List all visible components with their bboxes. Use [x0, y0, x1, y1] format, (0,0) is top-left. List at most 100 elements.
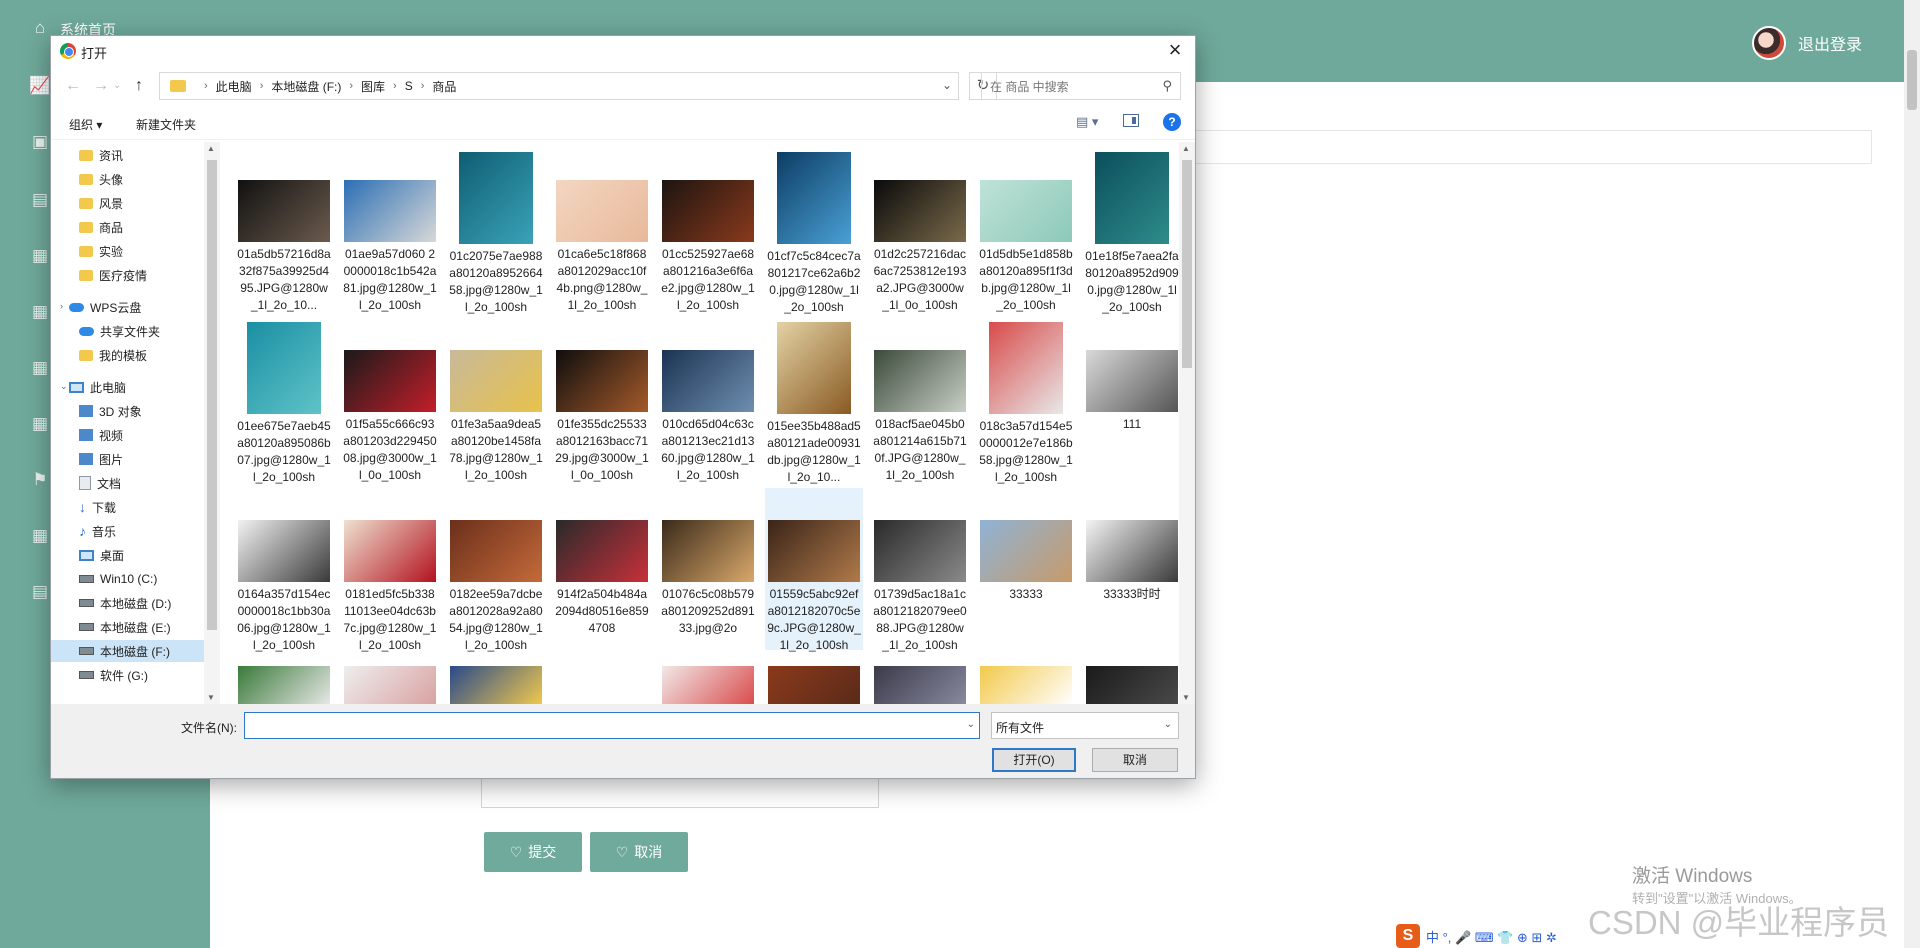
logout-area[interactable]: 退出登录	[1751, 26, 1862, 60]
submit-button[interactable]: ♡ 提交	[484, 832, 582, 872]
page-scroll-thumb[interactable]	[1907, 50, 1917, 110]
back-arrow-icon[interactable]: ←	[65, 77, 81, 95]
file-thumbnail[interactable]	[1086, 666, 1178, 704]
file-item[interactable]: 01d2c257216dac6ac7253812e193a2.JPG@3000w…	[871, 148, 969, 312]
nav-item[interactable]: 商品	[79, 216, 204, 238]
nav-item[interactable]: 资讯📌	[79, 144, 206, 166]
grid-icon[interactable]: ▦	[28, 244, 52, 268]
dialog-titlebar[interactable]: 打开 ×	[51, 36, 1195, 66]
list-icon[interactable]: ▤	[28, 580, 52, 604]
breadcrumb-this-pc[interactable]: 此电脑	[216, 78, 252, 95]
nav-item[interactable]: 本地磁盘 (F:)	[51, 640, 204, 662]
breadcrumb-s[interactable]: S	[405, 79, 413, 93]
file-item[interactable]: 914f2a504b484a2094d80516e8594708	[553, 488, 651, 650]
filename-input[interactable]: ⌄	[244, 712, 980, 739]
nav-item[interactable]: 文档	[79, 472, 204, 494]
file-thumbnail[interactable]	[238, 666, 330, 704]
file-item[interactable]: 01cc525927ae68a801216a3e6f6ae2.jpg@1280w…	[659, 148, 757, 312]
file-item[interactable]: 01fe355dc25533a8012163bacc7129.jpg@3000w…	[553, 318, 651, 482]
nav-item[interactable]: 本地磁盘 (E:)	[79, 616, 204, 638]
file-thumbnail[interactable]	[556, 666, 648, 704]
file-item[interactable]: 018c3a57d154e50000012e7e186b58.jpg@1280w…	[977, 318, 1075, 484]
nav-item[interactable]: 图片	[79, 448, 204, 470]
preview-pane-icon[interactable]	[1123, 114, 1139, 127]
up-arrow-icon[interactable]: ↑	[135, 77, 143, 95]
nav-item[interactable]: 视频	[79, 424, 204, 446]
chevron-down-icon[interactable]: ⌄	[967, 719, 975, 730]
search-input[interactable]: 在 商品 中搜索 ⚲	[981, 72, 1181, 100]
file-item[interactable]: 010cd65d04c63ca801213ec21d1360.jpg@1280w…	[659, 318, 757, 482]
file-item[interactable]: 0181ed5fc5b33811013ee04dc63b7c.jpg@1280w…	[341, 488, 439, 652]
nav-item[interactable]: ↓ 下载	[79, 496, 204, 518]
view-options-icon[interactable]: ▤ ▾	[1076, 114, 1098, 130]
file-scroll-thumb[interactable]	[1182, 160, 1192, 368]
file-item[interactable]: 01c2075e7ae988a80120a895266458.jpg@1280w…	[447, 148, 545, 314]
flag-icon[interactable]: ⚑	[28, 468, 52, 492]
breadcrumb-gallery[interactable]: 图库	[361, 78, 385, 95]
search-icon[interactable]: ⚲	[1162, 78, 1172, 94]
page-scrollbar[interactable]	[1904, 0, 1920, 948]
form-input[interactable]	[1192, 130, 1872, 164]
organize-button[interactable]: 组织 ▾	[69, 116, 102, 133]
file-item[interactable]: 01ca6e5c18f868a8012029acc10f4b.png@1280w…	[553, 148, 651, 312]
file-thumbnail[interactable]	[662, 666, 754, 704]
breadcrumb-drive-f[interactable]: 本地磁盘 (F:)	[271, 78, 341, 95]
clipboard-icon[interactable]: ▣	[28, 130, 52, 154]
file-item[interactable]: 01e18f5e7aea2fa80120a8952d9090.jpg@1280w…	[1083, 148, 1179, 314]
nav-item[interactable]: 本地磁盘 (D:)	[79, 592, 204, 614]
grid-icon[interactable]: ▦	[28, 524, 52, 548]
file-item[interactable]: 01d5db5e1d858ba80120a895f1f3db.jpg@1280w…	[977, 148, 1075, 312]
recent-dropdown-icon[interactable]: ⌄	[113, 80, 121, 91]
home-icon[interactable]: ⌂	[28, 16, 52, 40]
file-item[interactable]: 0182ee59a7dcbea8012028a92a8054.jpg@1280w…	[447, 488, 545, 652]
file-item[interactable]: 015ee35b488ad5a80121ade00931db.jpg@1280w…	[765, 318, 863, 484]
nav-item[interactable]: 软件 (G:)	[79, 664, 204, 686]
nav-item[interactable]: 实验	[79, 240, 204, 262]
nav-item[interactable]: 桌面	[79, 544, 204, 566]
breadcrumb-goods[interactable]: 商品	[432, 78, 456, 95]
file-item[interactable]: 01559c5abc92efa8012182070c5e9c.JPG@1280w…	[765, 488, 863, 652]
sogou-ime-icon[interactable]: S	[1396, 924, 1420, 948]
new-folder-button[interactable]: 新建文件夹	[136, 116, 196, 133]
scroll-up-icon[interactable]: ▲	[207, 144, 215, 153]
nav-item[interactable]: 共享文件夹	[79, 320, 204, 342]
chevron-down-icon[interactable]: ⌄	[1164, 719, 1172, 730]
scroll-down-icon[interactable]: ▼	[207, 693, 215, 702]
nav-scroll-thumb[interactable]	[207, 160, 217, 630]
cancel-form-button[interactable]: ♡ 取消	[590, 832, 688, 872]
file-type-select[interactable]: 所有文件 ⌄	[991, 712, 1179, 739]
file-item[interactable]: 01ee675e7aeb45a80120a895086b07.jpg@1280w…	[235, 318, 333, 484]
nav-item[interactable]: 我的模板	[79, 344, 204, 366]
file-item[interactable]: 0164a357d154ec0000018c1bb30a06.jpg@1280w…	[235, 488, 333, 652]
help-icon[interactable]: ?	[1163, 113, 1181, 131]
nav-item[interactable]: 头像📌	[79, 168, 206, 190]
file-thumbnail[interactable]	[768, 666, 860, 704]
file-item[interactable]: 111	[1083, 318, 1179, 480]
expand-icon[interactable]: ›	[60, 301, 63, 311]
nav-item[interactable]: 此电脑	[69, 376, 204, 398]
ime-status[interactable]: 中 °, 🎤 ⌨ 👕 ⊕ ⊞ ✲	[1426, 927, 1557, 946]
file-thumbnail[interactable]	[874, 666, 966, 704]
grid-icon[interactable]: ▦	[28, 356, 52, 380]
nav-item[interactable]: WPS云盘	[69, 296, 204, 318]
file-item[interactable]: 33333	[977, 488, 1075, 650]
file-thumbnail[interactable]	[980, 666, 1072, 704]
cancel-button[interactable]: 取消	[1092, 748, 1178, 772]
forward-arrow-icon[interactable]: →	[93, 77, 109, 95]
grid-icon[interactable]: ▦	[28, 412, 52, 436]
nav-item[interactable]: 3D 对象	[79, 400, 204, 422]
file-item[interactable]: 01fe3a5aa9dea5a80120be1458fa78.jpg@1280w…	[447, 318, 545, 482]
file-item[interactable]: 01739d5ac18a1ca8012182079ee088.JPG@1280w…	[871, 488, 969, 652]
nav-item[interactable]: 风景	[79, 192, 204, 214]
grid-icon[interactable]: ▦	[28, 300, 52, 324]
nav-scrollbar[interactable]: ▲ ▼	[204, 142, 220, 704]
document-icon[interactable]: ▤	[28, 188, 52, 212]
file-item[interactable]: 01076c5c08b579a801209252d89133.jpg@2o	[659, 488, 757, 650]
ime-toolbar[interactable]: S 中 °, 🎤 ⌨ 👕 ⊕ ⊞ ✲	[1396, 924, 1557, 948]
collapse-icon[interactable]: ⌄	[60, 381, 68, 392]
file-thumbnail[interactable]	[344, 666, 436, 704]
close-button[interactable]: ×	[1161, 38, 1189, 64]
open-button[interactable]: 打开(O)	[992, 748, 1076, 772]
chevron-down-icon[interactable]: ⌄	[942, 78, 952, 92]
file-item[interactable]: 01cf7c5c84cec7a801217ce62a6b20.jpg@1280w…	[765, 148, 863, 314]
